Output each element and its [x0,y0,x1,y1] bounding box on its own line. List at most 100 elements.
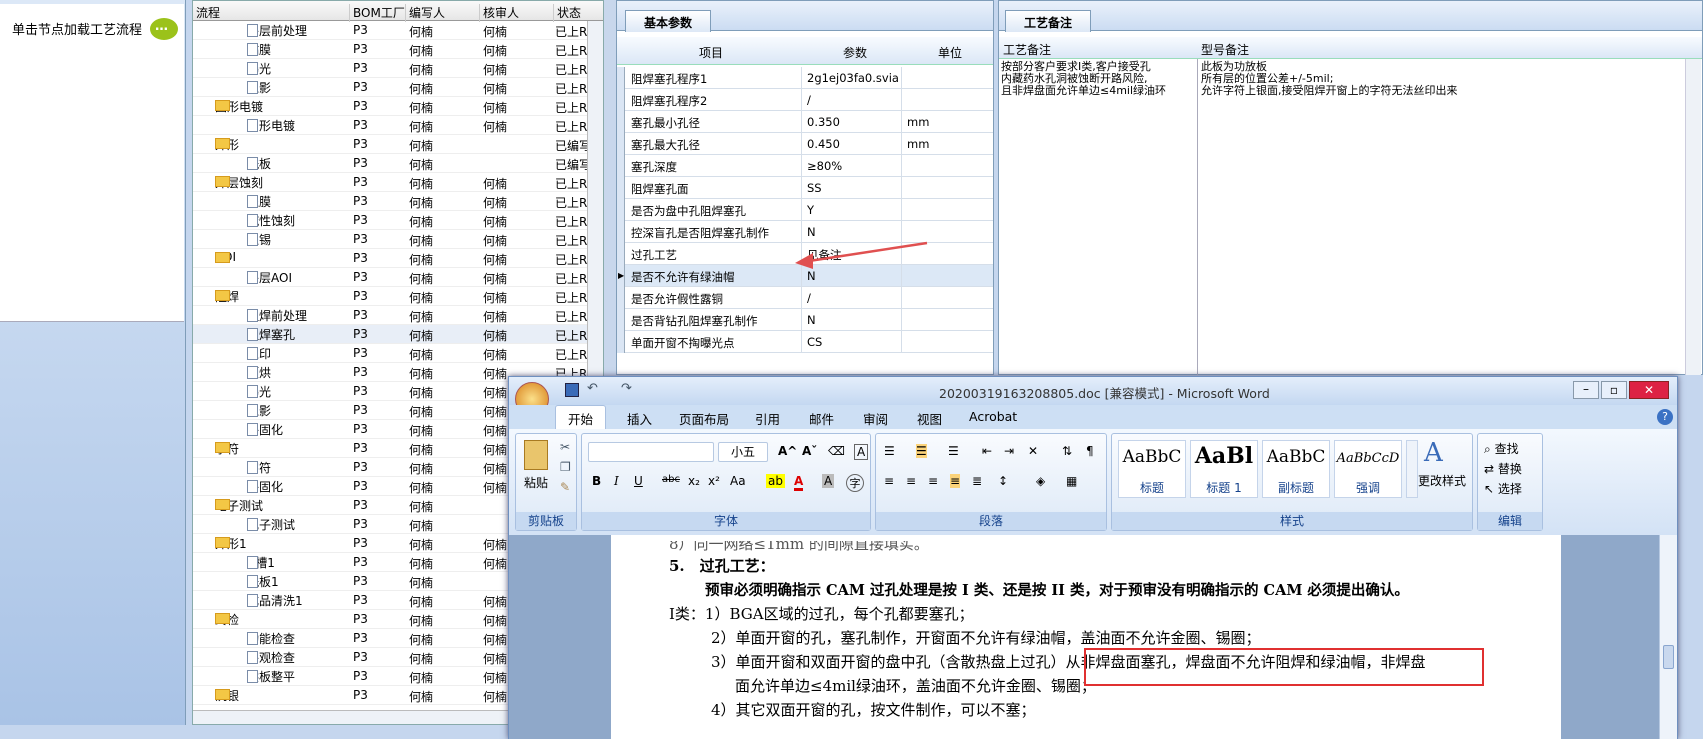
subscript-icon[interactable]: x₂ [688,474,700,488]
col-item[interactable]: 项目 [627,44,795,61]
col-unit[interactable]: 单位 [907,44,993,61]
find-button[interactable]: ⌕ 查找 [1484,440,1519,457]
maximize-button[interactable]: ▫ [1601,381,1627,399]
clear-format-icon[interactable]: ⌫ [828,444,845,458]
char-shading-icon[interactable]: A [822,474,835,488]
tab-view[interactable]: 视图 [917,409,942,428]
param-value[interactable]: 2g1ej03fa0.svia [807,71,899,85]
replace-button[interactable]: ⇄ 替换 [1484,460,1522,477]
style-emphasis[interactable]: AaBbCcD 强调 [1334,440,1402,498]
increase-indent-icon[interactable]: ⇥ [1004,444,1014,458]
row-selector[interactable] [617,309,625,331]
font-color-icon[interactable]: A [794,474,804,491]
row-selector[interactable] [617,221,625,243]
row-selector[interactable] [617,199,625,221]
font-name-select[interactable] [588,442,714,462]
style-heading-1[interactable]: AaBl 标题 1 [1190,440,1258,498]
table-row[interactable]: 图形电镀 P3 何楠 何楠 已上R [193,116,603,135]
col-bom[interactable]: BOM工厂 [349,4,405,22]
tab-home[interactable]: 开始 [555,405,607,429]
table-row[interactable]: −AOI P3 何楠 何楠 已上R [193,249,603,268]
param-value[interactable]: 0.450 [807,137,840,151]
multilevel-icon[interactable]: ☰ [948,444,959,458]
tab-mailings[interactable]: 邮件 [809,409,834,428]
grow-font-icon[interactable]: A^ [778,444,797,458]
table-row[interactable]: 贴膜 P3 何楠 何楠 已上R [193,40,603,59]
tab-references[interactable]: 引用 [755,409,780,428]
bold-icon[interactable]: B [592,474,601,488]
notes-scrollbar[interactable] [1685,59,1701,375]
table-row[interactable]: 外层AOI P3 何楠 何楠 已上R [193,268,603,287]
row-selector[interactable] [617,177,625,199]
shrink-font-icon[interactable]: Aˇ [802,444,817,458]
col-status[interactable]: 状态 [553,4,593,22]
param-row[interactable]: 阻焊塞孔程序1 2g1ej03fa0.svia [617,67,993,89]
table-row[interactable]: 退锡 P3 何楠 何楠 已上R [193,230,603,249]
table-row[interactable]: 碱性蚀刻 P3 何楠 何楠 已上R [193,211,603,230]
change-styles-icon[interactable]: A [1424,438,1443,468]
param-value[interactable]: Y [807,203,814,217]
font-size-select[interactable]: 小五 [718,442,768,462]
styles-scroll[interactable] [1406,440,1418,498]
table-row[interactable]: 阻焊塞孔 P3 何楠 何楠 已上R [193,325,603,344]
row-selector[interactable] [617,243,625,265]
table-row[interactable]: 铣板 P3 何楠 已编写 [193,154,603,173]
select-button[interactable]: ↖ 选择 [1484,480,1522,497]
minimize-button[interactable]: – [1573,381,1599,399]
row-selector[interactable] [617,111,625,133]
help-icon[interactable]: ? [1657,409,1673,425]
asian-layout-icon[interactable]: ✕ [1028,444,1038,458]
table-row[interactable]: 曝光 P3 何楠 何楠 已上R [193,59,603,78]
show-marks-icon[interactable]: ¶ [1086,444,1094,458]
param-row[interactable]: 阻焊塞孔面 SS [617,177,993,199]
load-flow-hint[interactable]: 单击节点加载工艺流程 [12,19,142,38]
format-painter-icon[interactable]: ✎ [560,480,570,494]
param-row[interactable]: 是否背钻孔阻焊塞孔制作 N [617,309,993,331]
decrease-indent-icon[interactable]: ⇤ [982,444,992,458]
table-row[interactable]: 外层前处理 P3 何楠 何楠 已上R [193,21,603,40]
sort-icon[interactable]: ⇅ [1062,444,1072,458]
tab-process-notes[interactable]: 工艺备注 [1005,10,1092,32]
table-row[interactable]: 退膜 P3 何楠 何楠 已上R [193,192,603,211]
change-case-icon[interactable]: Aa [730,474,746,488]
highlight-icon[interactable]: ab [766,474,785,488]
row-selector[interactable] [617,287,625,309]
param-value[interactable]: N [807,225,816,239]
param-value[interactable]: CS [807,335,822,349]
paste-icon[interactable] [524,440,548,470]
scroll-thumb[interactable] [1663,645,1674,669]
table-row[interactable]: −图形电镀 P3 何楠 何楠 已上R [193,97,603,116]
param-value[interactable]: SS [807,181,822,195]
col-value[interactable]: 参数 [805,44,905,61]
row-selector[interactable]: ▶ [617,265,625,287]
table-row[interactable]: 显影 P3 何楠 何楠 已上R [193,78,603,97]
row-selector[interactable] [617,331,625,353]
table-row[interactable]: −外层蚀刻 P3 何楠 何楠 已上R [193,173,603,192]
undo-icon[interactable]: ↶ [587,381,598,396]
table-row[interactable]: −阻焊 P3 何楠 何楠 已上R [193,287,603,306]
row-selector[interactable] [617,133,625,155]
param-row[interactable]: 是否允许假性露铜 / [617,287,993,309]
param-row[interactable]: 阻焊塞孔程序2 / [617,89,993,111]
param-value[interactable]: / [807,291,811,305]
distribute-icon[interactable]: ≣ [972,474,982,488]
param-value[interactable]: 0.350 [807,115,840,129]
style-subtitle[interactable]: AaBbC 副标题 [1262,440,1330,498]
align-left-icon[interactable]: ≡ [884,474,894,488]
param-row[interactable]: 塞孔最小孔径 0.350 mm [617,111,993,133]
model-note-text[interactable]: 此板为功放板 所有层的位置公差+/-5mil; 允许字符上银面,接受阻焊开窗上的字符… [1201,61,1681,97]
col-reviewer[interactable]: 核审人 [479,4,553,22]
table-row[interactable]: −外形 P3 何楠 已编写 [193,135,603,154]
enclose-char-icon[interactable]: 字 [846,474,864,492]
col-flow[interactable]: 流程 [193,4,349,22]
tab-page-layout[interactable]: 页面布局 [679,409,729,428]
justify-icon[interactable]: ≡ [950,474,961,488]
close-button[interactable]: ✕ [1629,381,1669,399]
superscript-icon[interactable]: x² [708,474,720,488]
process-note-text[interactable]: 按部分客户要求I类,客户接受孔 内藏药水孔洞被蚀断开路风险, 且非焊盘面允许单边≤4… [1001,61,1191,97]
row-selector[interactable] [617,155,625,177]
borders-icon[interactable]: ▦ [1066,474,1077,488]
param-value[interactable]: ≥80% [807,159,842,173]
param-row[interactable]: 塞孔深度 ≥80% [617,155,993,177]
param-value[interactable]: N [807,269,816,283]
